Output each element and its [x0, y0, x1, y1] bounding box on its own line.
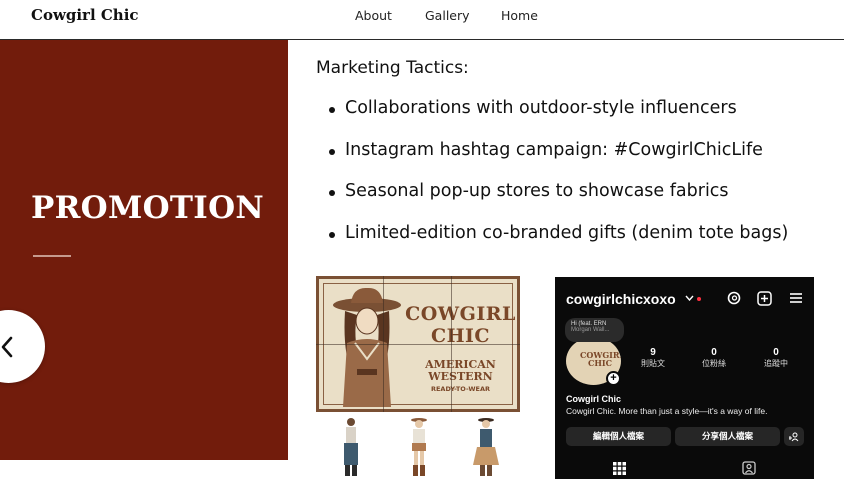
promo-panel: PROMOTION — [0, 40, 288, 460]
bullet-icon — [329, 107, 335, 113]
add-post-icon — [757, 291, 772, 306]
chevron-left-icon — [1, 336, 13, 358]
chevron-down-icon — [685, 295, 694, 301]
nav-home[interactable]: Home — [501, 8, 538, 23]
ig-stat-following: 0 追蹤中 — [764, 347, 788, 368]
menu-icon — [790, 293, 802, 303]
list-item: Limited-edition co-branded gifts (denim … — [328, 223, 788, 265]
ig-bio: Cowgirl Chic. More than just a style—it'… — [566, 406, 768, 416]
promo-divider — [33, 255, 71, 257]
add-person-icon — [788, 432, 799, 442]
ig-display-name: Cowgirl Chic — [566, 394, 622, 404]
grid-icon — [613, 462, 626, 475]
ig-tab-bar — [555, 457, 814, 479]
promo-title: PROMOTION — [31, 190, 265, 226]
list-item: Collaborations with outdoor-style influe… — [328, 98, 788, 140]
tactics-list: Collaborations with outdoor-style influe… — [328, 98, 788, 264]
ig-username: cowgirlchicxoxo — [566, 291, 676, 307]
brand-tagline: READY-TO-WEAR — [430, 385, 491, 393]
add-story-icon: + — [606, 371, 621, 386]
outfit-figure-2 — [411, 418, 427, 476]
outfit-figure-3 — [473, 418, 499, 476]
ig-stat-posts: 9 則貼文 — [641, 347, 665, 368]
list-item: Instagram hashtag campaign: #CowgirlChic… — [328, 140, 788, 182]
tagged-icon — [742, 461, 756, 475]
ig-note-bubble: Hi (feat. ERN Morgan Wall... — [565, 318, 624, 342]
bullet-icon — [329, 231, 335, 238]
site-header: Cowgirl Chic About Gallery Home — [0, 0, 844, 40]
site-brand[interactable]: Cowgirl Chic — [31, 6, 139, 24]
brand-logo-text: COWGIRL CHIC — [405, 303, 516, 347]
brand-board-image: COWGIRL CHIC AMERICAN WESTERN READY-TO-WEA… — [316, 276, 520, 479]
cowgirl-illustration — [333, 287, 401, 407]
notification-dot — [697, 297, 701, 301]
ig-edit-profile-button: 編輯個人檔案 — [566, 427, 671, 446]
list-item: Seasonal pop-up stores to showcase fabri… — [328, 181, 788, 223]
nav-about[interactable]: About — [355, 8, 392, 23]
brand-subtitle: AMERICAN WESTERN — [425, 358, 496, 383]
ig-add-person-button — [784, 427, 804, 446]
nav-gallery[interactable]: Gallery — [425, 8, 470, 23]
outfit-figure-1 — [344, 418, 358, 476]
threads-icon — [727, 291, 741, 305]
bullet-icon — [329, 190, 335, 196]
instagram-profile-image: cowgirlchicxoxo COWGIRL CHIC Hi (feat. ER… — [555, 277, 814, 479]
ig-share-profile-button: 分享個人檔案 — [675, 427, 780, 446]
tactics-heading: Marketing Tactics: — [316, 58, 469, 78]
bullet-icon — [329, 148, 335, 155]
ig-stat-followers: 0 位粉絲 — [702, 347, 726, 368]
outfit-lineup — [316, 412, 520, 479]
